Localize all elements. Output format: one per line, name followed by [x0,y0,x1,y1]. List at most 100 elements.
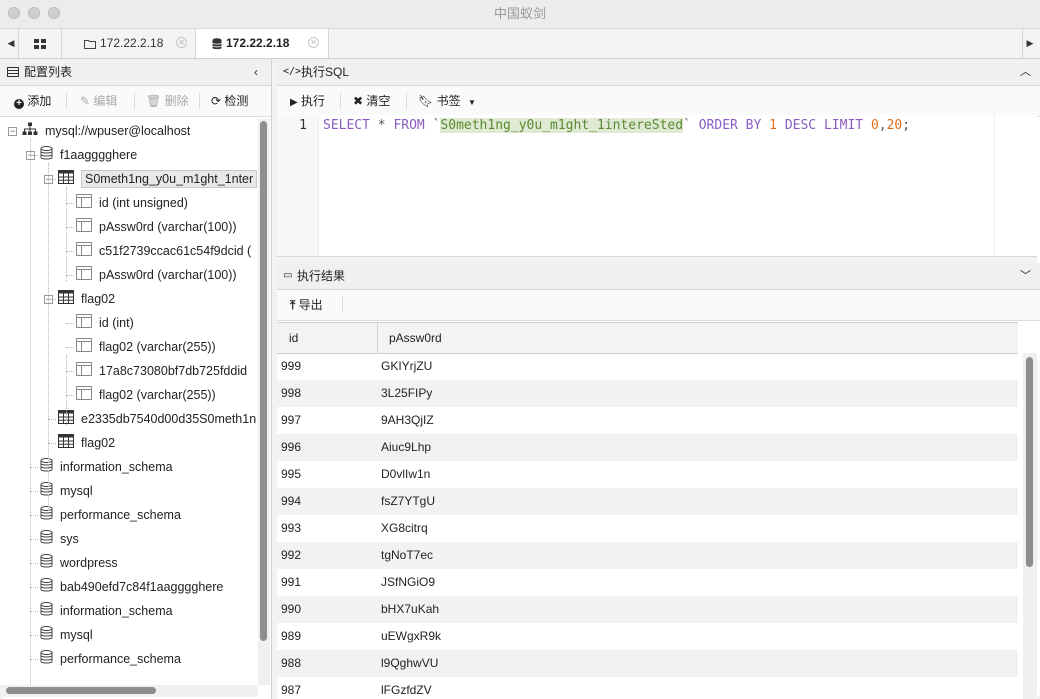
table-icon [58,432,74,456]
tree-column[interactable]: c51f2739ccac61c54f9dcid ( [76,239,251,263]
tree-column[interactable]: pAssw0rd (varchar(100)) [76,263,237,287]
tree-table[interactable]: e2335db7540d00d35S0meth1n [58,407,256,431]
app-window: 中国蚁剑 ◀ 172.22.2.18 ✕ 172.22.2.18 ✕ ▶ 配置列… [0,0,1040,699]
tree-horizontal-scrollbar[interactable] [0,685,258,697]
cell-id: 998 [281,386,302,400]
caret-down-icon: ▼ [467,98,476,107]
tree-table[interactable]: S0meth1ng_y0u_m1ght_1nter [58,167,257,191]
tree-connection[interactable]: mysql://wpuser@localhost [22,119,190,143]
tree-column[interactable]: id (int unsigned) [76,191,188,215]
column-header-password[interactable]: pAssw0rd [389,323,442,353]
tree-column[interactable]: flag02 (varchar(255)) [76,335,216,359]
tree-column[interactable]: id (int) [76,311,134,335]
tab-bar: ◀ 172.22.2.18 ✕ 172.22.2.18 ✕ ▶ [0,29,1040,59]
tree-column[interactable]: 17a8c73080bf7db725fddid [76,359,247,383]
table-row[interactable]: 990 bHX7uKah [277,596,1018,623]
panel-header: 配置列表 ‹ [0,59,271,86]
tree-database[interactable]: performance_schema [40,647,181,671]
clear-button[interactable]: ✖ 清空 [353,86,390,116]
tab-scroll-right-button[interactable]: ▶ [1022,29,1037,58]
grid-icon [34,39,46,49]
table-row[interactable]: 993 XG8citrq [277,515,1018,542]
close-tab-icon[interactable]: ✕ [176,37,187,48]
tree-table[interactable]: flag02 [58,431,115,455]
x-icon: ✖ [353,94,364,108]
cell-id: 988 [281,656,302,670]
result-panel-title: 执行结果 [297,269,346,283]
tree-database[interactable]: f1aagggghere [40,143,137,167]
scroll-thumb[interactable] [260,121,267,641]
tab-file-manager[interactable]: 172.22.2.18 ✕ [62,29,196,58]
tree-vertical-scrollbar[interactable] [258,119,270,685]
tab-label: 172.22.2.18 [226,36,290,50]
tree-database[interactable]: bab490efd7c84f1aagggghere [40,575,223,599]
cell-password: bHX7uKah [381,602,440,616]
tab-label: 172.22.2.18 [100,36,164,50]
tree-node-label: wordpress [60,556,118,570]
tab-scroll-left-button[interactable]: ◀ [4,29,19,58]
edit-button[interactable]: ✎ 编辑 [80,86,117,116]
run-button[interactable]: ▶ 执行 [290,86,325,116]
column-icon [76,360,92,384]
home-tab[interactable] [19,29,62,58]
window-title: 中国蚁剑 [493,6,546,21]
bookmark-dropdown[interactable]: 🔖︎ 书签 ▼ [418,86,476,116]
database-icon [40,456,53,480]
table-row[interactable]: 996 Aiuc9Lhp [277,434,1018,461]
column-icon [76,312,92,336]
grid-vertical-scrollbar[interactable] [1023,353,1037,699]
tree-table[interactable]: flag02 [58,287,115,311]
table-row[interactable]: 987 lFGzfdZV [277,677,1018,699]
scroll-thumb[interactable] [6,687,156,694]
table-row[interactable]: 997 9AH3QjIZ [277,407,1018,434]
export-button[interactable]: ⤒ 导出 [290,290,323,320]
table-row[interactable]: 992 tgNoT7ec [277,542,1018,569]
expand-result-icon[interactable]: ﹀ [1020,263,1031,289]
check-button[interactable]: ⟳ 检测 [211,86,248,116]
table-row[interactable]: 989 uEWgxR9k [277,623,1018,650]
tree-database[interactable]: mysql [40,623,93,647]
close-tab-icon[interactable]: ✕ [308,37,319,48]
table-row[interactable]: 995 D0vlIw1n [277,461,1018,488]
kw-limit: LIMIT [823,118,864,133]
cell-password: fsZ7YTgU [381,494,436,508]
result-panel-header: ▭ 执行结果 ﹀ [277,263,1040,290]
table-row[interactable]: 994 fsZ7YTgU [277,488,1018,515]
column-header-id[interactable]: id [289,323,298,353]
sql-editor[interactable]: 1 SELECT * FROM `S0meth1ng_y0u_m1ght_1in… [277,115,1037,257]
edit-icon: ✎ [80,94,91,108]
table-row[interactable]: 998 3L25FIPy [277,380,1018,407]
column-icon [76,240,92,264]
tree-database[interactable]: information_schema [40,455,173,479]
tree-node-label: mysql [60,628,93,642]
collapse-panel-icon[interactable]: ‹ [254,59,258,85]
tree-database[interactable]: wordpress [40,551,118,575]
collapse-toggle-icon[interactable]: − [8,127,17,136]
folder-icon [84,40,96,49]
table-row[interactable]: 999 GKIYrjZU [277,353,1018,380]
table-identifier: S0meth1ng_y0u_m1ght_1intereSted [440,118,684,133]
kw-select: SELECT [323,118,370,133]
grid-header: id pAssw0rd [277,322,1018,354]
tab-database[interactable]: 172.22.2.18 ✕ [196,29,329,58]
cell-id: 994 [281,494,302,508]
table-row[interactable]: 988 l9QghwVU [277,650,1018,677]
result-grid: id pAssw0rd 999 GKIYrjZU 998 3L25FIPy 997 9AH… [277,322,1018,699]
scroll-thumb[interactable] [1026,357,1033,567]
tree-database[interactable]: information_schema [40,599,173,623]
tree-database[interactable]: performance_schema [40,503,181,527]
collapse-sql-icon[interactable]: ︿ [1020,59,1031,85]
config-list-panel: 配置列表 ‹ + 添加 ✎ 编辑 🗑︎ 删除 ⟳ 检测 mysql://wpus… [0,59,272,699]
spinner-icon: ⟳ [211,94,222,108]
semicolon: ; [902,118,911,133]
tree-database[interactable]: sys [40,527,79,551]
tree-column[interactable]: flag02 (varchar(255)) [76,383,216,407]
bookmark-icon: 🔖︎ [418,94,434,108]
sql-code[interactable]: SELECT * FROM `S0meth1ng_y0u_m1ght_1inte… [323,115,910,137]
add-button[interactable]: + 添加 [14,86,51,116]
table-row[interactable]: 991 JSfNGiO9 [277,569,1018,596]
cell-password: Aiuc9Lhp [381,440,432,454]
tree-node-label: c51f2739ccac61c54f9dcid ( [99,244,252,258]
delete-button[interactable]: 🗑︎ 删除 [146,86,189,116]
tree-column[interactable]: pAssw0rd (varchar(100)) [76,215,237,239]
